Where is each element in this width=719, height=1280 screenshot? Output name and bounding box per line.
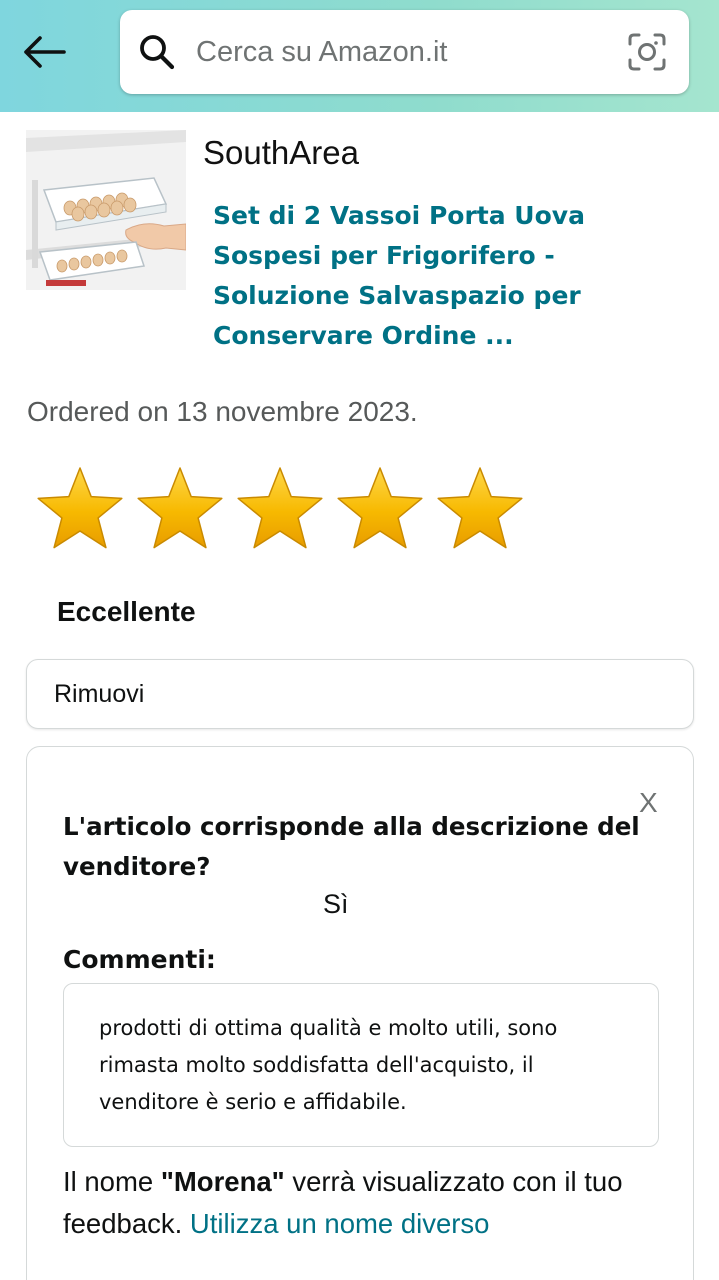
search-icon[interactable]	[138, 33, 176, 71]
star-icon[interactable]	[30, 462, 130, 556]
comment-text: prodotti di ottima qualità e molto utili…	[99, 1016, 558, 1114]
comment-textarea[interactable]: prodotti di ottima qualità e molto utili…	[63, 983, 659, 1147]
product-title-link[interactable]: Set di 2 Vassoi Porta Uova Sospesi per F…	[213, 196, 613, 356]
remove-button-label: Rimuovi	[54, 680, 145, 708]
star-icon[interactable]	[130, 462, 230, 556]
top-header	[0, 0, 719, 112]
camera-scan-icon[interactable]	[627, 32, 667, 72]
back-arrow-icon[interactable]	[18, 26, 70, 78]
display-name: "Morena"	[160, 1166, 285, 1197]
display-name-note: Il nome "Morena" verrà visualizzato con …	[63, 1161, 673, 1245]
comments-label: Commenti:	[63, 945, 216, 974]
remove-rating-button[interactable]: Rimuovi	[26, 659, 694, 729]
order-date: Ordered on 13 novembre 2023.	[27, 396, 418, 427]
seller-feedback-card: X L'articolo corrisponde alla descrizion…	[26, 746, 694, 1280]
seller-name: SouthArea	[203, 134, 359, 171]
star-rating[interactable]	[30, 462, 530, 556]
star-icon[interactable]	[430, 462, 530, 556]
search-bar[interactable]	[120, 10, 689, 94]
answer-yes[interactable]: Sì	[323, 889, 349, 920]
description-match-question: L'articolo corrisponde alla descrizione …	[63, 812, 640, 881]
search-input[interactable]	[196, 28, 606, 76]
star-icon[interactable]	[230, 462, 330, 556]
star-icon[interactable]	[330, 462, 430, 556]
name-prefix: Il nome	[63, 1166, 161, 1197]
product-image[interactable]	[26, 130, 186, 290]
use-different-name-link[interactable]: Utilizza un nome diverso	[190, 1208, 490, 1239]
rating-label: Eccellente	[57, 596, 196, 627]
